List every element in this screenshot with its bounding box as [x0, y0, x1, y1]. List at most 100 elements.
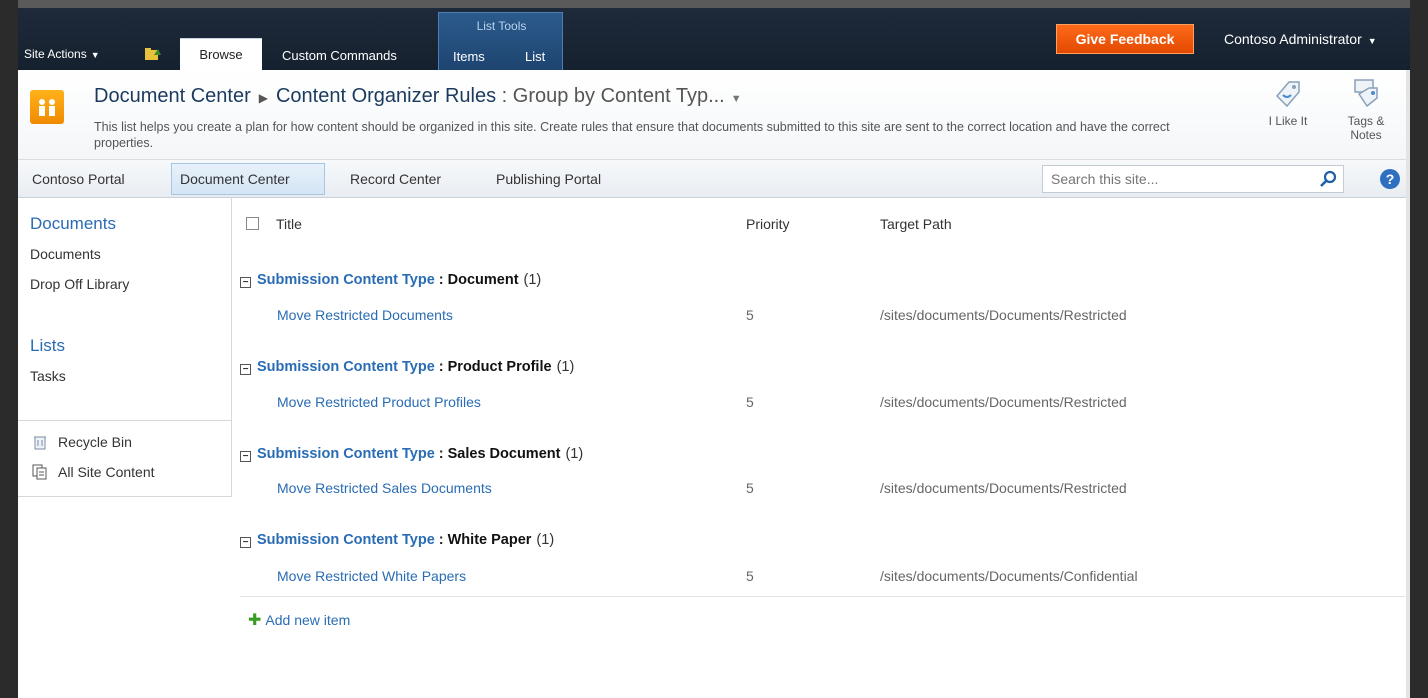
search-icon[interactable] — [1319, 170, 1339, 188]
rule-priority: 5 — [746, 394, 754, 410]
group-label: Submission Content Type — [257, 272, 435, 288]
title-area: Document Center ▶ Content Organizer Rules … — [18, 70, 1410, 160]
list-description: This list helps you create a plan for ho… — [94, 120, 1170, 150]
user-menu[interactable]: Contoso Administrator ▼ — [1224, 31, 1377, 47]
group-count: (1) — [523, 272, 542, 288]
group-label: Submission Content Type — [257, 446, 435, 462]
rule-title-link[interactable]: Move Restricted Documents — [277, 307, 453, 323]
search-input[interactable] — [1043, 166, 1313, 192]
group-value: Product Profile — [447, 359, 552, 375]
chevron-down-icon: ▼ — [1367, 36, 1377, 46]
rule-target-path: /sites/documents/Documents/Restricted — [880, 394, 1127, 410]
page-content: Document Center ▶ Content Organizer Rules … — [18, 70, 1410, 698]
rule-title-link[interactable]: Move Restricted Sales Documents — [277, 480, 492, 496]
window-top-strip — [0, 0, 1428, 8]
add-new-item-link[interactable]: ✚ Add new item — [248, 610, 350, 630]
column-header-title[interactable]: Title — [276, 216, 302, 232]
group-label: Submission Content Type — [257, 532, 435, 548]
rule-priority: 5 — [746, 307, 754, 323]
group-header[interactable]: − Submission Content Type: Sales Document(… — [240, 446, 583, 462]
group-header[interactable]: − Submission Content Type: Document (1) — [240, 272, 541, 288]
rule-target-path: /sites/documents/Documents/Restricted — [880, 480, 1127, 496]
group-header[interactable]: − Submission Content Type: Product Profile… — [240, 359, 574, 375]
quicklaunch-header-lists[interactable]: Lists — [30, 336, 65, 356]
breadcrumb-content-organizer-rules[interactable]: Content Organizer Rules — [276, 85, 496, 107]
rule-title-link[interactable]: Move Restricted White Papers — [277, 568, 466, 584]
navigate-up-icon[interactable] — [145, 46, 161, 60]
give-feedback-label: Give Feedback — [1075, 31, 1175, 47]
list-end-divider — [240, 596, 1406, 597]
vertical-scrollbar[interactable] — [1406, 70, 1410, 698]
group-separator: : — [438, 532, 444, 548]
all-site-content-icon — [32, 464, 47, 480]
site-actions-label: Site Actions — [24, 47, 87, 61]
add-icon: ✚ — [248, 612, 262, 629]
topnav-document-center[interactable]: Document Center — [180, 171, 290, 187]
breadcrumb: Document Center ▶ Content Organizer Rules … — [94, 85, 742, 108]
group-value: Document — [447, 272, 519, 288]
collapse-icon[interactable]: − — [240, 364, 251, 375]
window-frame-right — [1410, 0, 1428, 698]
tab-browse[interactable]: Browse — [180, 38, 262, 70]
topnav-contoso-portal[interactable]: Contoso Portal — [32, 171, 125, 187]
tab-custom-commands-label: Custom Commands — [282, 48, 397, 63]
tags-notes-button[interactable]: Tags & Notes — [1336, 76, 1396, 142]
group-separator: : — [438, 359, 444, 375]
group-count: (1) — [565, 446, 584, 462]
tab-custom-commands[interactable]: Custom Commands — [282, 48, 397, 63]
quicklaunch-border — [231, 198, 232, 496]
quick-launch: Documents Documents Drop Off Library Lis… — [18, 198, 232, 498]
group-count: (1) — [556, 359, 575, 375]
rule-priority: 5 — [746, 568, 754, 584]
breadcrumb-arrow-icon: ▶ — [258, 91, 268, 105]
rule-title-link[interactable]: Move Restricted Product Profiles — [277, 394, 481, 410]
ribbon: Site Actions ▼ Browse Custom Commands Lis… — [18, 8, 1410, 70]
tags-notes-icon — [1354, 79, 1378, 108]
site-logo-icon[interactable] — [30, 90, 64, 124]
window-frame-left — [0, 0, 18, 698]
quicklaunch-bottom-border — [18, 496, 232, 497]
give-feedback-button[interactable]: Give Feedback — [1056, 24, 1194, 54]
i-like-it-label: I Like It — [1268, 114, 1308, 128]
quicklaunch-header-documents[interactable]: Documents — [30, 214, 116, 234]
site-actions-menu[interactable]: Site Actions ▼ — [24, 47, 100, 61]
quicklaunch-item-documents[interactable]: Documents — [30, 246, 101, 262]
quicklaunch-all-site-content[interactable]: All Site Content — [58, 464, 155, 480]
group-value: White Paper — [447, 532, 532, 548]
column-header-priority[interactable]: Priority — [746, 216, 790, 232]
tab-list[interactable]: List — [525, 49, 545, 64]
select-all-checkbox[interactable] — [246, 217, 259, 230]
top-navigation: Contoso Portal Document Center Record Ce… — [18, 160, 1410, 198]
quicklaunch-item-drop-off-library[interactable]: Drop Off Library — [30, 276, 129, 292]
i-like-it-button[interactable]: I Like It — [1258, 76, 1318, 128]
group-header[interactable]: − Submission Content Type: White Paper (1) — [240, 532, 554, 548]
quicklaunch-recycle-bin[interactable]: Recycle Bin — [58, 434, 132, 450]
list-view: Title Priority Target Path − Submission C… — [240, 198, 1406, 668]
add-new-item-label: Add new item — [265, 612, 351, 628]
group-separator: : — [438, 272, 444, 288]
column-header-target-path[interactable]: Target Path — [880, 216, 952, 232]
collapse-icon[interactable]: − — [240, 277, 251, 288]
user-name: Contoso Administrator — [1224, 31, 1362, 47]
tab-items[interactable]: Items — [453, 49, 485, 64]
topnav-publishing-portal[interactable]: Publishing Portal — [496, 171, 601, 187]
chevron-down-icon[interactable]: ▼ — [731, 93, 742, 105]
rule-target-path: /sites/documents/Documents/Restricted — [880, 307, 1127, 323]
topnav-record-center[interactable]: Record Center — [350, 171, 441, 187]
group-label: Submission Content Type — [257, 359, 435, 375]
collapse-icon[interactable]: − — [240, 451, 251, 462]
collapse-icon[interactable]: − — [240, 537, 251, 548]
rule-priority: 5 — [746, 480, 754, 496]
quicklaunch-item-tasks[interactable]: Tasks — [30, 368, 66, 384]
tags-notes-label: Tags & Notes — [1347, 114, 1385, 142]
chevron-down-icon: ▼ — [90, 50, 100, 60]
view-selector[interactable]: : Group by Content Typ... — [502, 85, 725, 107]
i-like-it-icon — [1275, 81, 1300, 108]
group-separator: : — [438, 446, 444, 462]
list-tools-group: List Tools Items List — [438, 12, 563, 70]
breadcrumb-document-center[interactable]: Document Center — [94, 85, 251, 107]
quicklaunch-divider — [18, 420, 232, 421]
group-value: Sales Document — [447, 446, 561, 462]
help-icon[interactable]: ? — [1380, 169, 1400, 189]
search-box — [1042, 165, 1344, 193]
